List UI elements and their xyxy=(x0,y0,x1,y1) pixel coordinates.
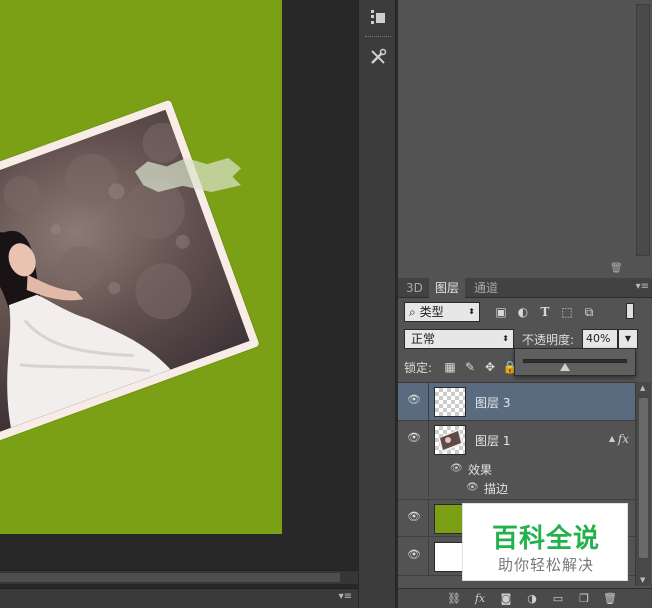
layer-name[interactable]: 图层 3 xyxy=(475,394,510,411)
photo-girl-on-rocks xyxy=(0,109,250,449)
layers-scrollbar[interactable]: ▲ ▼ xyxy=(635,382,651,586)
canvas-status-bar: ▾≡ xyxy=(0,588,358,608)
opacity-slider-track[interactable] xyxy=(523,359,627,363)
visibility-eye-icon[interactable]: 👁 xyxy=(466,483,479,493)
watermark-badge: 百科全说 助你轻松解决 xyxy=(462,503,628,581)
column-divider xyxy=(428,500,429,536)
panel-tab-bar: 3D 图层 通道 ▾≡ xyxy=(398,278,652,298)
tab-channels[interactable]: 通道 xyxy=(468,278,504,298)
link-layers-icon[interactable]: ⛓ xyxy=(446,592,462,606)
blend-mode-select[interactable]: 正常 ⬍ xyxy=(404,329,514,349)
blend-mode-label: 正常 xyxy=(411,332,436,346)
adjustment-layer-icon[interactable]: ◑ xyxy=(524,592,540,606)
updown-icon: ⬍ xyxy=(502,334,509,343)
tools-preset-icon[interactable] xyxy=(364,44,392,70)
adjustment-filter-icon[interactable]: ◐ xyxy=(514,304,532,320)
effect-stroke-row[interactable]: 👁 描边 xyxy=(398,478,635,497)
layers-bottom-bar: ⛓ fx ◙ ◑ ▭ ❐ 🗑 xyxy=(398,588,652,608)
column-divider xyxy=(428,459,429,478)
layer-row-1[interactable]: 👁 图层 1 fx ▲ xyxy=(398,421,635,459)
opacity-label: 不透明度: xyxy=(522,333,575,347)
visibility-eye-icon[interactable]: 👁 xyxy=(407,511,421,522)
column-divider xyxy=(428,478,429,497)
lock-label: 锁定: xyxy=(404,361,433,375)
search-icon: ⌕ xyxy=(409,305,416,319)
effects-row[interactable]: 👁 效果 xyxy=(398,459,635,478)
visibility-eye-icon[interactable]: 👁 xyxy=(407,432,421,443)
tab-layers[interactable]: 图层 xyxy=(429,278,466,298)
upper-panel-scrollbar[interactable] xyxy=(636,4,650,256)
filter-toggle-switch[interactable] xyxy=(626,303,634,319)
panel-menu-icon[interactable]: ▾≡ xyxy=(636,281,649,292)
effects-label: 效果 xyxy=(468,463,493,477)
canvas-area[interactable]: ▾≡ xyxy=(0,0,358,608)
document-canvas[interactable] xyxy=(0,0,282,534)
updown-icon: ⬍ xyxy=(468,307,475,316)
watermark-title: 百科全说 xyxy=(491,524,600,554)
type-filter-icon[interactable]: T xyxy=(536,304,554,320)
new-layer-icon[interactable]: ❐ xyxy=(576,592,592,606)
visibility-eye-icon[interactable]: 👁 xyxy=(407,394,421,405)
photo-image xyxy=(0,109,250,449)
column-divider xyxy=(428,421,429,459)
add-mask-icon[interactable]: ◙ xyxy=(498,592,514,606)
collapse-arrow-icon[interactable]: ▲ xyxy=(609,434,615,443)
panel-dock-strip xyxy=(358,0,396,608)
tab-3d[interactable]: 3D xyxy=(400,278,429,298)
smart-object-filter-icon[interactable]: ⧉ xyxy=(580,304,598,320)
filter-kind-select[interactable]: ⌕ 类型 ⬍ xyxy=(404,302,480,322)
photo-thumbnail-icon xyxy=(438,429,463,453)
new-group-icon[interactable]: ▭ xyxy=(550,592,566,606)
delete-layer-icon[interactable]: 🗑 xyxy=(602,592,618,606)
lock-paint-icon[interactable]: ✎ xyxy=(462,359,478,375)
tape-strip xyxy=(135,158,241,192)
upper-panel: 🗑 xyxy=(397,0,652,278)
layer-name[interactable]: 图层 1 xyxy=(475,432,510,449)
opacity-slider-popup[interactable] xyxy=(514,348,636,376)
effect-stroke-label: 描边 xyxy=(484,482,509,496)
layer-row-3[interactable]: 👁 图层 3 xyxy=(398,383,635,421)
photoshop-window: ▾≡ 🗑 3D 图层 通道 ▾≡ ⌕ 类型 ⬍ ▣ ◐ T ⬚ ⧉ 正常 ⬍ 不… xyxy=(0,0,652,608)
character-panel-icon[interactable] xyxy=(364,4,392,30)
canvas-horizontal-scrollbar[interactable] xyxy=(0,570,358,584)
layer-thumbnail xyxy=(434,425,466,455)
strip-divider xyxy=(365,36,391,38)
photo-frame[interactable] xyxy=(0,99,260,459)
scroll-thumb[interactable] xyxy=(639,398,648,558)
column-divider xyxy=(428,538,429,575)
panel-menu-icon[interactable]: ▾≡ xyxy=(339,591,352,602)
lock-transparent-icon[interactable]: ▦ xyxy=(442,359,458,375)
upper-panel-content xyxy=(398,0,635,262)
watermark-subtitle: 助你轻松解决 xyxy=(497,556,594,574)
layer-thumbnail xyxy=(434,387,466,417)
shape-filter-icon[interactable]: ⬚ xyxy=(558,304,576,320)
scroll-up-arrow-icon[interactable]: ▲ xyxy=(640,384,645,392)
column-divider xyxy=(428,383,429,420)
trash-icon[interactable]: 🗑 xyxy=(610,263,623,274)
visibility-eye-icon[interactable]: 👁 xyxy=(450,464,463,474)
lock-move-icon[interactable]: ✥ xyxy=(482,359,498,375)
fx-icon[interactable]: fx xyxy=(618,432,629,446)
layer-filter-row: ⌕ 类型 ⬍ ▣ ◐ T ⬚ ⧉ xyxy=(404,302,647,324)
opacity-slider-thumb[interactable] xyxy=(559,363,570,371)
visibility-eye-icon[interactable]: 👁 xyxy=(407,549,421,560)
scroll-thumb[interactable] xyxy=(0,573,340,582)
image-filter-icon[interactable]: ▣ xyxy=(492,304,510,320)
fx-icon[interactable]: fx xyxy=(472,592,488,606)
scroll-down-arrow-icon[interactable]: ▼ xyxy=(640,576,645,584)
opacity-input[interactable]: 40% xyxy=(582,329,618,349)
filter-kind-label: 类型 xyxy=(419,305,444,319)
opacity-dropdown-button[interactable]: ▼ xyxy=(618,329,638,349)
